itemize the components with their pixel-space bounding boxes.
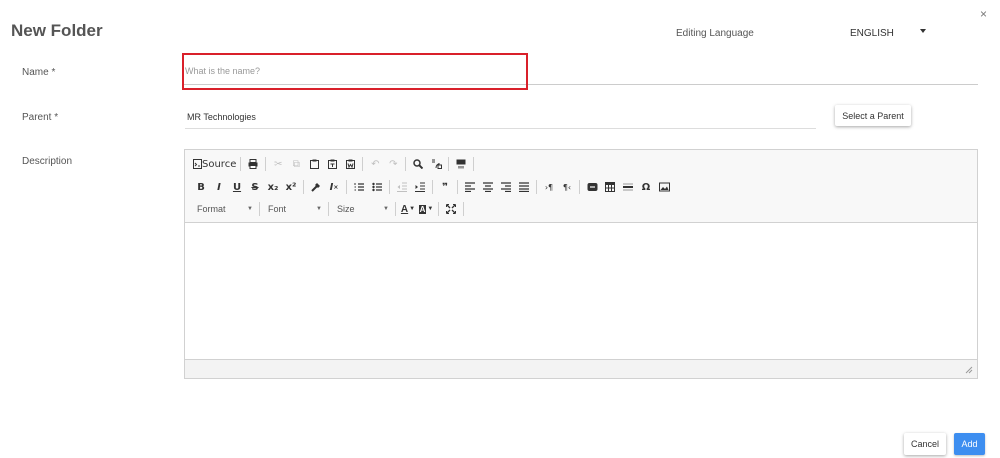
table-icon[interactable] [602,179,618,195]
toolbar-row-2: B I U S x₂ x² I × ❞ ›¶ ¶‹ Ω [193,179,674,195]
dialog-title: New Folder [11,21,103,40]
editor-content-area[interactable] [185,224,977,359]
format-combo[interactable]: Format ▼ [193,201,257,217]
print-icon[interactable] [245,156,261,172]
text-color-button[interactable]: A ▼ [400,201,416,217]
text-direction-ltr-icon[interactable]: ›¶ [541,179,557,195]
blockquote-icon[interactable]: ❞ [437,179,453,195]
add-button[interactable]: Add [954,433,985,455]
toolbar-separator [362,157,364,171]
background-color-button[interactable]: A ▼ [418,201,434,217]
toolbar-separator [303,180,304,194]
subscript-button[interactable]: x₂ [265,179,281,195]
justify-icon[interactable] [516,179,532,195]
toolbar-separator [346,180,347,194]
bold-button[interactable]: B [193,179,209,195]
chevron-down-icon: ▼ [316,206,322,212]
outdent-icon[interactable] [394,179,410,195]
image-icon[interactable] [656,179,672,195]
paste-text-icon[interactable] [324,156,340,172]
toolbar-separator [438,202,439,216]
name-label: Name * [22,67,56,78]
numbered-list-icon[interactable] [351,179,367,195]
paste-icon[interactable] [306,156,322,172]
description-label: Description [22,156,73,167]
replace-icon[interactable] [428,156,444,172]
copy-icon[interactable]: ⧉ [288,156,304,172]
close-icon[interactable]: × [980,8,987,20]
toolbar-separator [463,202,464,216]
toolbar-separator [265,157,267,171]
toolbar-separator [389,180,390,194]
language-select[interactable]: ENGLISH [850,24,930,42]
strikethrough-button[interactable]: S [247,179,263,195]
cut-icon[interactable]: ✂ [270,156,286,172]
size-combo-label: Size [337,204,355,214]
source-label: Source [202,158,237,170]
toolbar-separator [240,157,242,171]
toolbar-separator [395,202,396,216]
special-char-icon[interactable]: Ω [638,179,654,195]
language-select-value: ENGLISH [850,27,894,39]
paste-word-icon[interactable] [342,156,358,172]
chevron-down-icon: ▼ [247,206,253,212]
underline-button[interactable]: U [229,179,245,195]
text-direction-rtl-icon[interactable]: ¶‹ [559,179,575,195]
align-right-icon[interactable] [498,179,514,195]
resize-handle-icon[interactable] [965,366,973,374]
toolbar-separator [328,202,329,216]
toolbar-separator [405,157,407,171]
font-combo[interactable]: Font ▼ [264,201,326,217]
toolbar-separator [432,180,433,194]
superscript-button[interactable]: x² [283,179,299,195]
italic-button[interactable]: I [211,179,227,195]
editor-toolbar: Source ✂ ⧉ ↶ ↷ B I U S x₂ x² I × ❞ ›¶ ¶‹… [185,150,977,223]
undo-icon[interactable]: ↶ [367,156,383,172]
font-combo-label: Font [268,204,287,214]
link-icon[interactable] [584,179,600,195]
cancel-button[interactable]: Cancel [904,433,946,455]
chevron-down-icon: ▼ [383,206,389,212]
toolbar-separator [579,180,580,194]
horizontal-rule-icon[interactable] [620,179,636,195]
caret-down-icon [920,29,926,33]
name-input[interactable] [183,57,978,85]
remove-format-button[interactable]: I × [326,179,342,195]
parent-field[interactable]: MR Technologies [185,104,816,129]
size-combo[interactable]: Size ▼ [333,201,393,217]
maximize-icon[interactable] [443,201,459,217]
editor-footer [185,359,977,378]
format-combo-label: Format [197,204,226,214]
copy-format-icon[interactable] [308,179,324,195]
source-icon [193,159,202,169]
toolbar-separator [457,180,458,194]
redo-icon[interactable]: ↷ [385,156,401,172]
align-left-icon[interactable] [462,179,478,195]
toolbar-row-1: Source ✂ ⧉ ↶ ↷ [193,156,478,172]
source-button[interactable]: Source [193,156,236,172]
toolbar-separator [536,180,537,194]
editing-language-label: Editing Language [676,28,754,39]
indent-icon[interactable] [412,179,428,195]
align-center-icon[interactable] [480,179,496,195]
rich-text-editor: Source ✂ ⧉ ↶ ↷ B I U S x₂ x² I × ❞ ›¶ ¶‹… [184,149,978,379]
select-parent-button[interactable]: Select a Parent [835,105,911,126]
toolbar-separator [448,157,450,171]
spellcheck-icon[interactable] [453,156,469,172]
parent-label: Parent * [22,112,59,123]
toolbar-separator [259,202,260,216]
toolbar-separator [473,157,475,171]
find-icon[interactable] [410,156,426,172]
toolbar-row-3: Format ▼ Font ▼ Size ▼ A ▼ A ▼ [193,201,468,217]
bulleted-list-icon[interactable] [369,179,385,195]
